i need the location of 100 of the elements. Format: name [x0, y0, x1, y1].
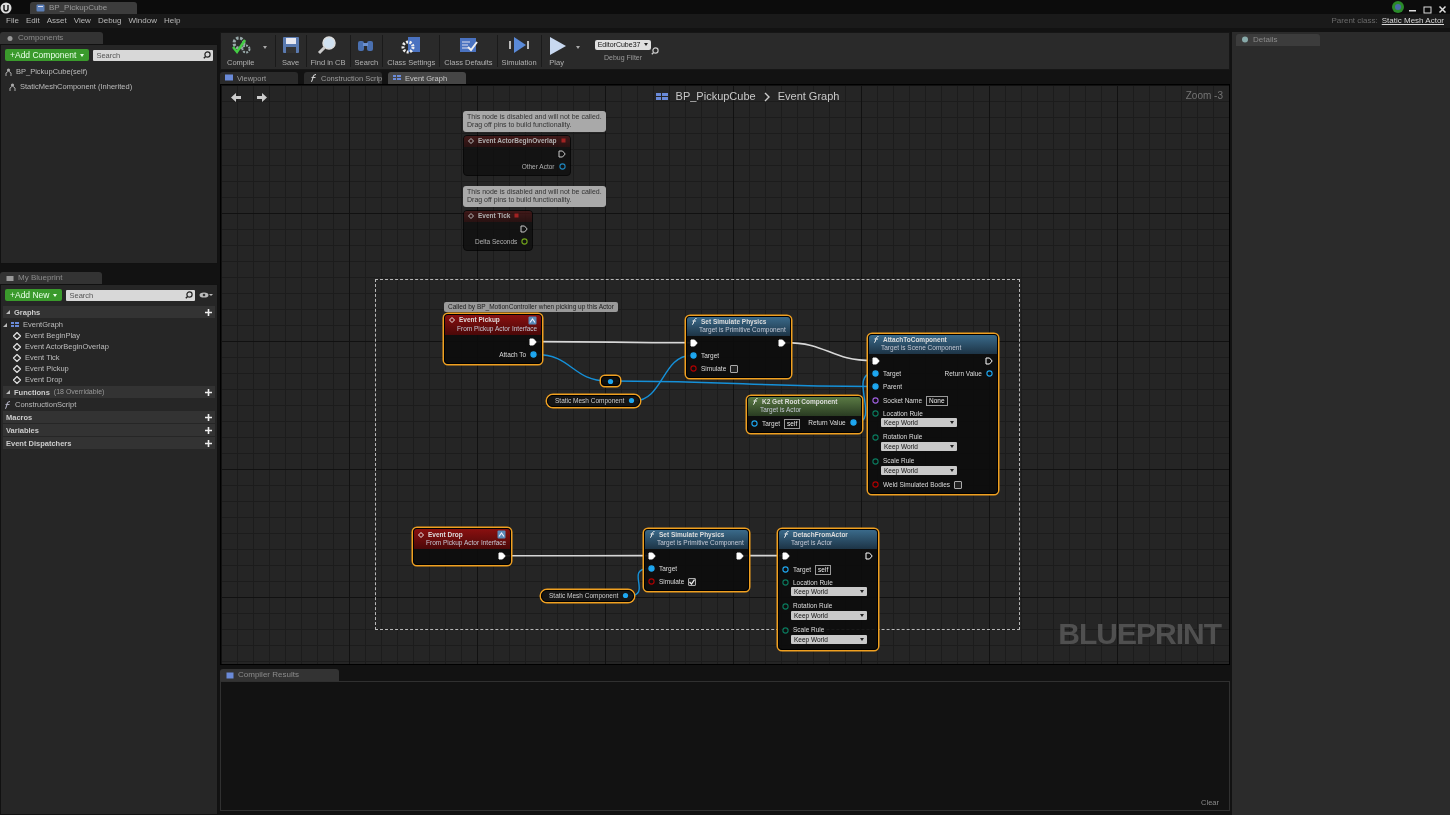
graph-canvas[interactable]	[220, 84, 1230, 665]
function-icon	[3, 400, 11, 409]
add-icon[interactable]	[205, 426, 212, 434]
data-pin[interactable]	[872, 410, 879, 417]
menu-item[interactable]: Help	[163, 16, 188, 26]
panel-icon	[6, 34, 14, 42]
menu-item[interactable]: Debug	[97, 16, 129, 26]
data-pin[interactable]	[872, 383, 879, 390]
menu-item[interactable]: View	[73, 16, 98, 26]
interface-icon	[528, 315, 538, 325]
expand-arrow-icon[interactable]	[3, 322, 7, 327]
add-icon[interactable]	[205, 439, 212, 447]
add-icon[interactable]	[205, 413, 212, 421]
exec-pin[interactable]	[735, 551, 744, 560]
exec-pin[interactable]	[557, 149, 566, 158]
data-pin[interactable]	[872, 397, 879, 405]
search-icon[interactable]	[651, 47, 660, 55]
menu-item[interactable]: File	[6, 16, 26, 26]
event-icon	[468, 137, 474, 144]
component-icon	[9, 82, 16, 91]
breadcrumb-item[interactable]: BP_PickupCube	[675, 90, 756, 104]
exec-pin[interactable]	[985, 356, 993, 365]
data-pin[interactable]	[872, 370, 879, 377]
chevron-icon	[763, 91, 770, 102]
panel-icon	[226, 671, 234, 679]
panel-tab[interactable]: Components	[0, 32, 104, 44]
visibility-icon[interactable]	[199, 291, 213, 300]
check-icon	[689, 578, 696, 585]
data-pin[interactable]	[782, 626, 789, 634]
data-pin[interactable]	[986, 370, 993, 377]
app-logo-icon[interactable]	[0, 2, 12, 14]
exec-pin[interactable]	[777, 338, 786, 347]
data-pin[interactable]	[558, 162, 566, 170]
menu-item[interactable]: Asset	[46, 16, 74, 26]
event-icon	[468, 212, 474, 219]
data-pin[interactable]	[782, 566, 789, 574]
compile-icon	[229, 35, 252, 56]
data-pin[interactable]	[849, 419, 857, 426]
breadcrumb-item[interactable]: Event Graph	[777, 90, 840, 104]
graph-icon	[655, 91, 668, 102]
graph-icon	[11, 320, 19, 329]
find-icon	[317, 35, 339, 56]
checkbox[interactable]	[688, 577, 697, 586]
function-icon	[873, 336, 879, 344]
expand-arrow-icon[interactable]	[6, 390, 10, 395]
caret-icon	[575, 45, 580, 49]
exec-pin[interactable]	[648, 551, 656, 560]
event-icon	[449, 317, 455, 324]
simulation-icon	[508, 35, 531, 56]
maximize-icon[interactable]	[1423, 5, 1432, 14]
menu-item[interactable]: Edit	[25, 16, 47, 26]
file-tab[interactable]: BP_PickupCube	[30, 2, 138, 14]
back-arrow-icon[interactable]	[231, 93, 241, 102]
data-pin[interactable]	[872, 457, 879, 465]
data-pin[interactable]	[648, 565, 655, 572]
data-pin[interactable]	[622, 592, 630, 600]
exec-pin[interactable]	[690, 338, 698, 347]
add-icon[interactable]	[205, 388, 212, 396]
interface-icon	[497, 530, 507, 539]
data-pin[interactable]	[628, 397, 636, 405]
exec-pin[interactable]	[498, 551, 507, 560]
exec-pin[interactable]	[529, 337, 538, 346]
panel-tab[interactable]: My Blueprint	[0, 272, 103, 284]
exec-pin[interactable]	[865, 551, 873, 560]
delegate-pin-icon	[514, 213, 520, 219]
blueprint-icon	[36, 4, 45, 12]
add-component-button[interactable]: +Add Component	[5, 49, 90, 62]
data-pin[interactable]	[607, 377, 614, 385]
function-icon	[752, 398, 758, 406]
checkbox[interactable]	[954, 481, 963, 489]
checkbox[interactable]	[730, 364, 739, 373]
function-icon	[649, 531, 655, 539]
reroute-node[interactable]	[601, 376, 620, 386]
delegate-pin-icon	[560, 138, 566, 144]
event-icon	[418, 531, 424, 538]
parent-class-link[interactable]: Static Mesh Actor	[1381, 16, 1444, 26]
exec-pin[interactable]	[782, 551, 790, 560]
forward-arrow-icon[interactable]	[257, 93, 267, 102]
expand-arrow-icon[interactable]	[6, 310, 10, 315]
data-pin[interactable]	[782, 579, 789, 586]
data-pin[interactable]	[530, 351, 538, 358]
panel-tab[interactable]: Compiler Results	[220, 669, 339, 681]
add-new-button[interactable]: +Add New	[5, 289, 63, 302]
data-pin[interactable]	[751, 420, 758, 428]
component-icon	[5, 67, 12, 76]
add-icon[interactable]	[205, 308, 212, 316]
tab-icon	[225, 74, 233, 82]
exec-pin[interactable]	[520, 224, 529, 233]
parent-class-label: Parent class:	[1331, 16, 1378, 26]
settings-icon	[400, 35, 423, 56]
caret-icon	[262, 45, 267, 49]
exec-pin[interactable]	[872, 356, 880, 365]
data-pin[interactable]	[782, 602, 789, 610]
data-pin[interactable]	[690, 352, 697, 359]
data-pin[interactable]	[872, 433, 879, 441]
search-icon	[203, 51, 211, 60]
menu-item[interactable]: Window	[128, 16, 164, 26]
status-circle-icon[interactable]	[1391, 0, 1405, 14]
tab-icon	[393, 74, 401, 82]
close-icon[interactable]	[1438, 5, 1447, 14]
